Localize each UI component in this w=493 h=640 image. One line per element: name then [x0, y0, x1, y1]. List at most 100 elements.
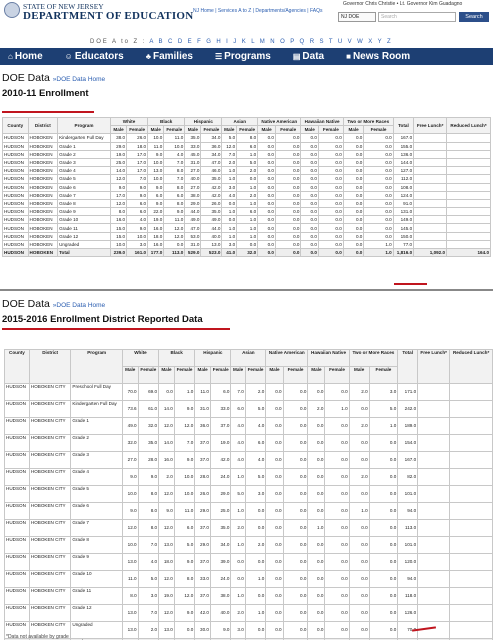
table-cell: Grade 5: [57, 174, 111, 184]
table-cell: [446, 141, 491, 151]
table-cell: 0.0: [307, 587, 326, 605]
table-cell: HOBOKEN: [27, 133, 59, 143]
column-header: Male: [184, 125, 202, 135]
page-title: DOE Data »DOE Data Home: [0, 66, 493, 86]
table-cell: 0.0: [368, 570, 399, 588]
table-cell: HUDSON: [4, 383, 30, 401]
table-cell: 12.0: [163, 223, 186, 233]
column-header: Program: [70, 349, 123, 384]
table-cell: [446, 149, 491, 159]
table-cell: Grade 10: [57, 215, 111, 225]
table-row: HUDSON HOBOKEN Grade 2 19.0 17.0 9.0 4.0 45.0 34…: [2, 149, 491, 159]
table-cell: Grade 6: [57, 182, 111, 192]
a-to-z-index[interactable]: DOE A to Z : A B C D E F G H I J K L M N…: [90, 39, 393, 45]
table-cell: HUDSON: [4, 519, 30, 537]
table-cell: 0.0: [282, 536, 309, 554]
nav-home[interactable]: ⌂ Home: [8, 51, 43, 62]
table-cell: 0.0: [282, 570, 309, 588]
doe-data-home-link[interactable]: »DOE Data Home: [53, 76, 105, 83]
table-cell: Kindergarten Full Day: [70, 400, 123, 418]
table-cell: 167.0: [392, 133, 415, 143]
table-cell: HOBOKEN CITY: [28, 553, 72, 571]
table-cell: 0.0: [317, 157, 344, 168]
table-cell: 3.0: [244, 485, 267, 503]
table-cell: 49.0: [200, 215, 223, 225]
table-row: HUDSON HOBOKEN Grade 10 16.0 4.0 19.0 11.0 49.0…: [2, 215, 491, 225]
nav-news-room[interactable]: ■ News Room: [346, 51, 410, 62]
site-dropdown[interactable]: NJ DOE: [338, 12, 376, 22]
table-cell: [417, 468, 451, 486]
table-cell: 0.0: [342, 231, 365, 241]
table-row: HUDSON HOBOKEN CITY Grade 2 32.0 35.0 14.0 7.0…: [4, 434, 493, 452]
table-cell: 42.0: [209, 451, 232, 469]
nav-data[interactable]: ▤ Data: [293, 51, 324, 62]
table-cell: 0.0: [163, 239, 186, 250]
column-header: Male: [121, 366, 139, 384]
table-cell: [413, 239, 448, 250]
table-cell: 0.0: [265, 400, 284, 418]
table-cell: 7.0: [221, 149, 238, 159]
table-cell: HUDSON: [2, 157, 29, 168]
table-cell: 40.0: [184, 174, 202, 184]
news-icon: ■: [346, 52, 351, 61]
table-cell: 6.0: [126, 207, 149, 217]
doe-data-home-link[interactable]: »DOE Data Home: [53, 302, 105, 309]
table-cell: 2.0: [230, 604, 246, 622]
table-cell: 0.0: [368, 434, 399, 452]
table-cell: 113.0: [397, 519, 419, 537]
table-cell: 0.0: [257, 141, 276, 151]
table-cell: HOBOKEN: [27, 223, 59, 233]
table-cell: 2.0: [236, 166, 259, 176]
table-cell: 0.0: [300, 141, 319, 151]
table-cell: 25.0: [209, 502, 232, 520]
table-cell: [417, 519, 451, 537]
table-cell: 0.0: [300, 166, 319, 176]
az-letters[interactable]: A B C D E F G H I J K L M N O P Q R S T …: [149, 39, 392, 45]
nav-families[interactable]: ♣ Families: [146, 51, 193, 62]
department-name[interactable]: DEPARTMENT OF EDUCATION: [23, 10, 194, 22]
table-row: HUDSON HOBOKEN Grade 4 14.0 17.0 13.0 8.0 27.0 4…: [2, 166, 491, 176]
table-cell: [446, 223, 491, 233]
column-header: Female: [368, 366, 399, 384]
nav-educators[interactable]: ☺ Educators: [65, 51, 124, 62]
table-cell: 0.0: [265, 485, 284, 503]
table-cell: [413, 190, 448, 200]
table-cell: 1.0: [221, 166, 238, 176]
table-cell: [446, 207, 491, 217]
table-cell: 0.0: [307, 383, 326, 401]
search-button[interactable]: Search: [459, 12, 489, 22]
table-cell: [449, 570, 493, 588]
table-cell: [446, 215, 491, 225]
top-links[interactable]: NJ Home | Services A to Z | Departments/…: [193, 8, 323, 14]
table-cell: 8.0: [137, 502, 160, 520]
table-cell: 0.0: [307, 485, 326, 503]
table-cell: 1.0: [363, 239, 394, 250]
column-header: Male: [348, 366, 370, 384]
table-cell: [417, 485, 451, 503]
nav-programs[interactable]: ☰ Programs: [215, 51, 271, 62]
search-input[interactable]: Search: [378, 12, 456, 22]
table-cell: 0.0: [363, 231, 394, 241]
table-cell: [449, 417, 493, 435]
table-cell: 5.0: [244, 400, 267, 418]
table-row: HUDSON HOBOKEN CITY Grade 11 8.0 3.0 19.0 12.0…: [4, 587, 493, 605]
table-cell: 0.0: [265, 621, 284, 639]
table-cell: 2.0: [137, 621, 160, 639]
state-seal-icon[interactable]: [4, 2, 20, 18]
table-cell: [446, 182, 491, 192]
table-cell: 36.0: [194, 417, 211, 435]
table-cell: 5.0: [368, 400, 399, 418]
table-cell: 0.0: [236, 239, 259, 250]
table-cell: 3.0: [230, 621, 246, 639]
table-cell: 0.0: [257, 149, 276, 159]
table-cell: 0.0: [282, 451, 309, 469]
table-cell: 1.0: [236, 215, 259, 225]
table-cell: 25.0: [109, 157, 128, 168]
table-cell: 12.0: [173, 417, 196, 435]
table-row: HUDSON HOBOKEN Grade 6 9.0 9.0 9.0 8.0 27.0 42.0…: [2, 182, 491, 192]
table-cell: 0.0: [342, 239, 365, 250]
table-row: HUDSON HOBOKEN Grade 9 8.0 6.0 22.0 9.0 44.0 35.…: [2, 207, 491, 217]
table-cell: 7.0: [126, 174, 149, 184]
table-cell: 16.0: [147, 239, 165, 250]
table-cell: 37.0: [194, 434, 211, 452]
